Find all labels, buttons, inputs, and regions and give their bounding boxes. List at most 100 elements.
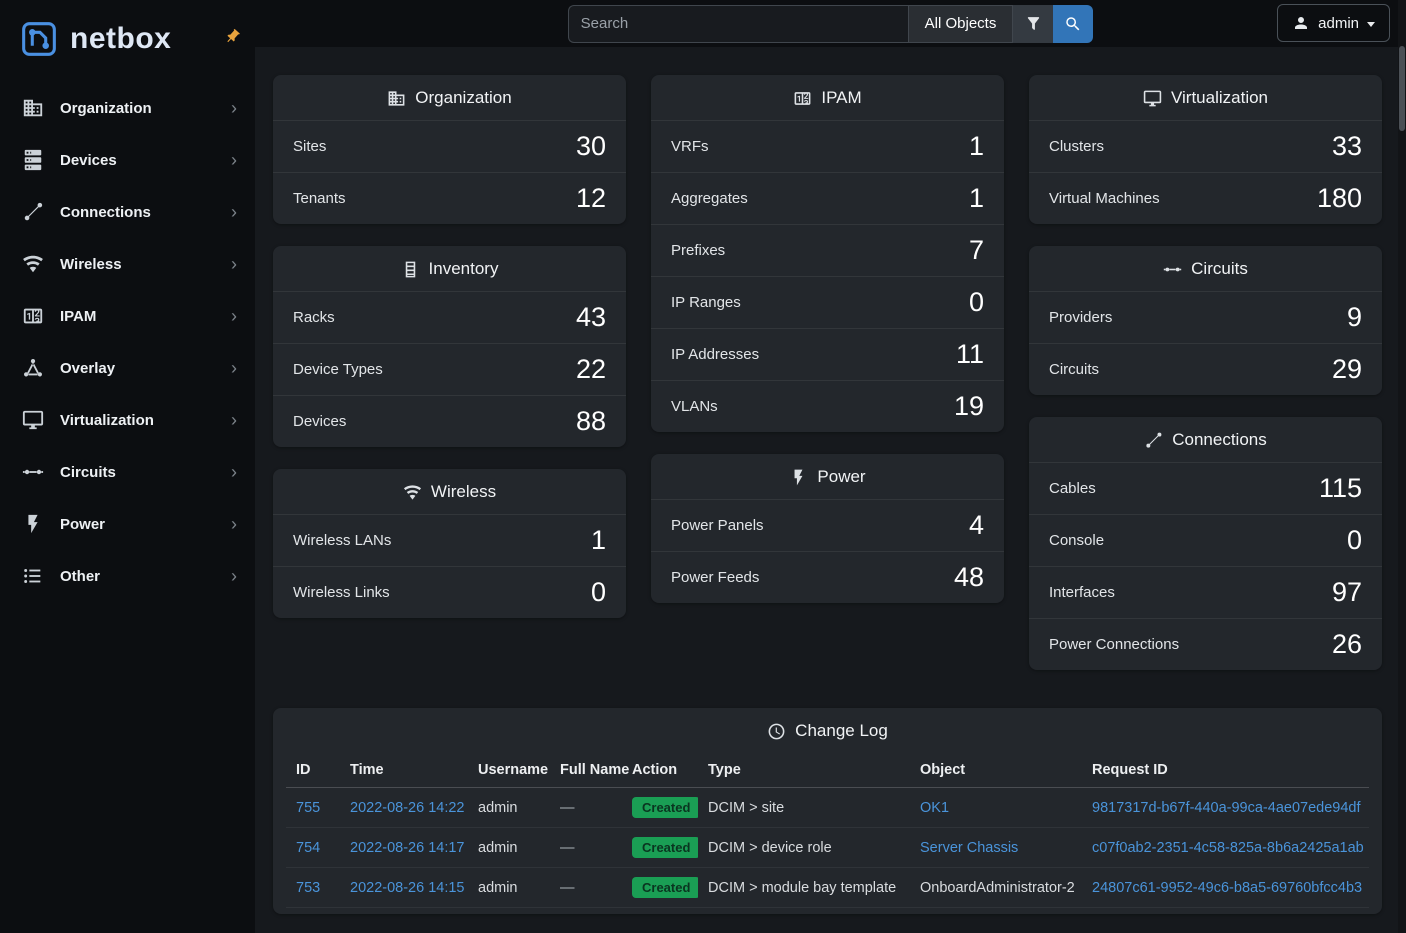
netbox-logo-icon[interactable] xyxy=(16,16,62,62)
chevron-right-icon: › xyxy=(231,203,237,221)
vlans-link[interactable]: VLANs xyxy=(671,398,718,415)
change-full-name: — xyxy=(560,840,575,856)
tenants-link[interactable]: Tenants xyxy=(293,190,346,207)
stat-value: 19 xyxy=(954,391,984,422)
devices-link[interactable]: Devices xyxy=(293,413,346,430)
sidebar-pin-icon[interactable] xyxy=(220,24,244,48)
cables-link[interactable]: Cables xyxy=(1049,480,1096,497)
change-id-link[interactable]: 753 xyxy=(296,880,320,896)
stat-row: Power Feeds 48 xyxy=(651,551,1004,603)
providers-link[interactable]: Providers xyxy=(1049,309,1112,326)
sidebar-item-power[interactable]: Power › xyxy=(0,498,255,550)
sidebar-item-label: Connections xyxy=(60,204,231,221)
col-header-action: Action xyxy=(622,753,698,788)
search-input[interactable] xyxy=(568,5,908,43)
stat-row: Device Types 22 xyxy=(273,343,626,395)
sidebar-item-label: Wireless xyxy=(60,256,231,273)
netbox-wordmark[interactable]: netbox xyxy=(70,22,171,56)
prefixes-link[interactable]: Prefixes xyxy=(671,242,725,259)
object-type-selector[interactable]: All Objects xyxy=(908,5,1014,43)
card-header: Change Log xyxy=(273,708,1382,753)
sidebar-item-virtualization[interactable]: Virtualization › xyxy=(0,394,255,446)
interfaces-link[interactable]: Interfaces xyxy=(1049,584,1115,601)
card-title: IPAM xyxy=(821,88,861,108)
search-button[interactable] xyxy=(1053,5,1093,43)
stat-value: 22 xyxy=(576,354,606,385)
wireless-links-link[interactable]: Wireless Links xyxy=(293,584,390,601)
card-header: Circuits xyxy=(1029,246,1382,291)
change-request-id-link[interactable]: c07f0ab2-2351-4c58-825a-8b6a2425a1ab xyxy=(1092,840,1364,856)
change-request-id-link[interactable]: 24807c61-9952-49c6-b8a5-69760bfcc4b3 xyxy=(1092,880,1362,896)
virtual-machines-link[interactable]: Virtual Machines xyxy=(1049,190,1160,207)
ip-addresses-link[interactable]: IP Addresses xyxy=(671,346,759,363)
overlay-icon xyxy=(22,357,44,379)
card-title: Organization xyxy=(415,88,511,108)
sidebar-item-devices[interactable]: Devices › xyxy=(0,134,255,186)
inventory-icon xyxy=(401,260,420,279)
power-connections-link[interactable]: Power Connections xyxy=(1049,636,1179,653)
column-1: Organization Sites 30 Tenants 12 xyxy=(273,75,626,618)
user-menu-button[interactable]: admin xyxy=(1277,4,1390,42)
sidebar-item-overlay[interactable]: Overlay › xyxy=(0,342,255,394)
wireless-lans-link[interactable]: Wireless LANs xyxy=(293,532,391,549)
stat-value: 0 xyxy=(969,287,984,318)
organization-icon xyxy=(22,97,44,119)
change-id-link[interactable]: 754 xyxy=(296,840,320,856)
stat-row: Console 0 xyxy=(1029,514,1382,566)
change-object-link[interactable]: OK1 xyxy=(920,800,949,816)
connections-icon xyxy=(1144,431,1163,450)
racks-link[interactable]: Racks xyxy=(293,309,335,326)
power-icon xyxy=(789,468,808,487)
sidebar-item-connections[interactable]: Connections › xyxy=(0,186,255,238)
sidebar-item-organization[interactable]: Organization › xyxy=(0,82,255,134)
change-time-link[interactable]: 2022-08-26 14:15 xyxy=(350,880,465,896)
sidebar-item-label: Devices xyxy=(60,152,231,169)
power-feeds-link[interactable]: Power Feeds xyxy=(671,569,759,586)
clusters-link[interactable]: Clusters xyxy=(1049,138,1104,155)
sidebar-item-ipam[interactable]: IPAM › xyxy=(0,290,255,342)
sidebar-item-circuits[interactable]: Circuits › xyxy=(0,446,255,498)
stat-row: Power Connections 26 xyxy=(1029,618,1382,670)
filter-button[interactable] xyxy=(1013,5,1053,43)
change-request-id-link[interactable]: 9817317d-b67f-440a-99ca-4ae07ede94df xyxy=(1092,800,1360,816)
stat-row: Interfaces 97 xyxy=(1029,566,1382,618)
sidebar-item-label: IPAM xyxy=(60,308,231,325)
chevron-right-icon: › xyxy=(231,567,237,585)
card-header: Connections xyxy=(1029,417,1382,462)
card-title: Circuits xyxy=(1191,259,1248,279)
ip-ranges-link[interactable]: IP Ranges xyxy=(671,294,741,311)
stat-value: 0 xyxy=(591,577,606,608)
card-connections: Connections Cables 115 Console 0 Interfa… xyxy=(1029,417,1382,670)
device-types-link[interactable]: Device Types xyxy=(293,361,383,378)
connections-icon xyxy=(22,201,44,223)
power-panels-link[interactable]: Power Panels xyxy=(671,517,764,534)
console-link[interactable]: Console xyxy=(1049,532,1104,549)
changelog-row: 754 2022-08-26 14:17 admin — Created DCI… xyxy=(286,828,1369,868)
circuits-icon xyxy=(1163,260,1182,279)
change-id-link[interactable]: 755 xyxy=(296,800,320,816)
change-object-link[interactable]: Server Chassis xyxy=(920,840,1018,856)
vrfs-link[interactable]: VRFs xyxy=(671,138,709,155)
col-header-object: Object xyxy=(910,753,1082,788)
scrollbar-thumb[interactable] xyxy=(1399,46,1405,131)
sidebar-item-wireless[interactable]: Wireless › xyxy=(0,238,255,290)
aggregates-link[interactable]: Aggregates xyxy=(671,190,748,207)
change-time-link[interactable]: 2022-08-26 14:22 xyxy=(350,800,465,816)
sites-link[interactable]: Sites xyxy=(293,138,326,155)
stat-row: Clusters 33 xyxy=(1029,120,1382,172)
stat-value: 4 xyxy=(969,510,984,541)
other-icon xyxy=(22,565,44,587)
stat-row: Aggregates 1 xyxy=(651,172,1004,224)
card-power: Power Power Panels 4 Power Feeds 48 xyxy=(651,454,1004,603)
change-time-link[interactable]: 2022-08-26 14:17 xyxy=(350,840,465,856)
ipam-icon xyxy=(793,89,812,108)
stat-value: 1 xyxy=(969,131,984,162)
scrollbar[interactable] xyxy=(1398,0,1406,933)
column-3: Virtualization Clusters 33 Virtual Machi… xyxy=(1029,75,1382,670)
sidebar-item-other[interactable]: Other › xyxy=(0,550,255,602)
card-inventory: Inventory Racks 43 Device Types 22 Devic… xyxy=(273,246,626,447)
sidebar-nav: Organization › Devices › Connections › W… xyxy=(0,78,255,602)
circuits-link[interactable]: Circuits xyxy=(1049,361,1099,378)
col-header-time: Time xyxy=(340,753,468,788)
change-full-name: — xyxy=(560,800,575,816)
